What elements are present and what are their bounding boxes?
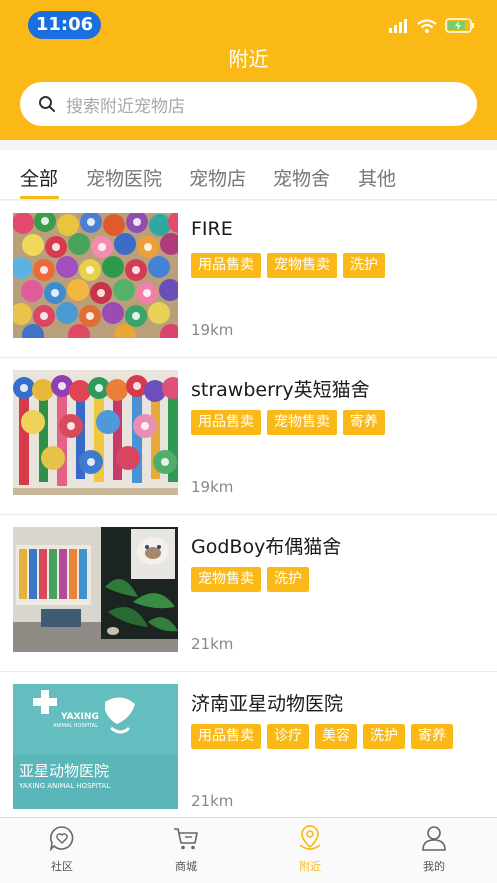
hospital-logo-subtext: ANIMAL HOSPITAL [53,723,98,729]
bottom-tab-bar: 社区 商城 附近 我的 [0,817,497,883]
tabbar-label: 商城 [175,860,197,873]
store-thumbnail [13,527,178,652]
tabbar-item-mall[interactable]: 商城 [124,824,248,874]
store-thumbnail [13,213,178,338]
signal-icon [389,18,407,33]
tabbar-label: 附近 [299,860,321,873]
store-tag: 宠物售卖 [267,253,337,278]
store-item[interactable]: GodBoy布偶猫舍 宠物售卖 洗护 21km [0,515,497,672]
store-tag: 用品售卖 [191,410,261,435]
store-distance: 21km [191,792,234,810]
store-tags: 用品售卖 宠物售卖 洗护 [191,253,385,278]
tabbar-item-nearby[interactable]: 附近 [248,824,372,874]
tab-pet-house[interactable]: 宠物舍 [273,164,330,191]
tab-active-indicator [20,196,59,199]
store-distance: 19km [191,321,234,339]
tabbar-item-mine[interactable]: 我的 [372,824,496,874]
store-tag: 寄养 [343,410,385,435]
tab-pet-hospital[interactable]: 宠物医院 [86,164,162,191]
store-tag: 宠物售卖 [191,567,261,592]
store-thumbnail [13,370,178,495]
hospital-sign-cn: 亚星动物医院 [19,762,110,780]
store-tag: 宠物售卖 [267,410,337,435]
tabbar-item-community[interactable]: 社区 [0,824,124,874]
store-distance: 21km [191,635,234,653]
store-tag: 用品售卖 [191,724,261,749]
tab-pet-store[interactable]: 宠物店 [189,164,246,191]
location-pin-icon [299,825,321,850]
store-tag: 寄养 [411,724,453,749]
store-tag: 诊疗 [267,724,309,749]
store-name: FIRE [191,218,233,240]
battery-icon [445,18,474,33]
store-item[interactable]: YAXING ANIMAL HOSPITAL 亚星动物医院 YAXING ANI… [0,672,497,817]
hospital-sign-en: YAXING ANIMAL HOSPITAL [19,782,111,790]
status-time: 11:06 [28,11,101,39]
status-icons [389,18,475,33]
search-bar[interactable]: 搜索附近宠物店 [20,82,477,126]
store-name: strawberry英短猫舍 [191,379,370,401]
store-distance: 19km [191,478,234,496]
cart-icon [174,828,198,850]
store-tag: 洗护 [267,567,309,592]
category-tabs: 全部 宠物医院 宠物店 宠物舍 其他 [0,150,497,200]
store-tag: 洗护 [363,724,405,749]
store-item[interactable]: FIRE 用品售卖 宠物售卖 洗护 19km [0,201,497,358]
store-tags: 用品售卖 诊疗 美容 洗护 寄养 [191,724,453,749]
person-icon [422,826,446,851]
tab-all[interactable]: 全部 [20,164,58,191]
store-tag: 用品售卖 [191,253,261,278]
page-title: 附近 [228,47,269,71]
tabbar-label: 社区 [51,860,73,873]
tab-other[interactable]: 其他 [358,164,396,191]
store-tags: 宠物售卖 洗护 [191,567,309,592]
store-thumbnail: YAXING ANIMAL HOSPITAL 亚星动物医院 YAXING ANI… [13,684,178,809]
header: 11:06 附近 搜索附近宠物店 [0,0,497,140]
store-name: 济南亚星动物医院 [191,693,344,715]
store-tags: 用品售卖 宠物售卖 寄养 [191,410,385,435]
store-item[interactable]: strawberry英短猫舍 用品售卖 宠物售卖 寄养 19km [0,358,497,515]
wifi-icon [417,18,437,33]
store-name: GodBoy布偶猫舍 [191,536,342,558]
search-input[interactable]: 搜索附近宠物店 [66,92,185,117]
store-tag: 美容 [315,724,357,749]
chat-heart-icon [49,826,74,852]
hospital-logo-text: YAXING [61,712,99,722]
search-icon [39,96,55,112]
status-bar: 11:06 [0,0,497,46]
store-list: FIRE 用品售卖 宠物售卖 洗护 19km strawberry英短猫舍 用品… [0,201,497,817]
tabbar-label: 我的 [423,860,445,873]
store-tag: 洗护 [343,253,385,278]
